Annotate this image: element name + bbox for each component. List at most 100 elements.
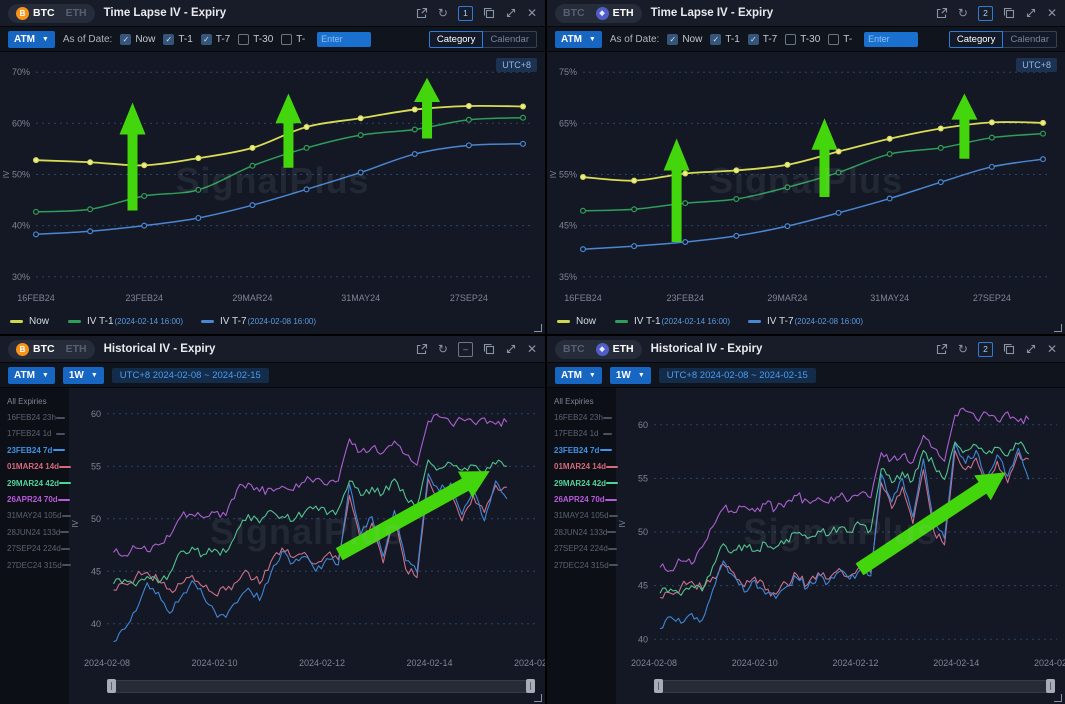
slider-handle-left[interactable] — [107, 679, 116, 693]
slider-handle-left[interactable] — [654, 679, 663, 693]
legend-item[interactable]: IV T-1(2024-02-14 16:00) — [615, 316, 730, 327]
refresh-icon[interactable]: ↻ — [958, 343, 968, 355]
asset-eth[interactable]: ◆ETH — [591, 7, 639, 20]
svg-text:60%: 60% — [12, 118, 30, 128]
expiry-item[interactable]: 17FEB24 1d — [554, 426, 616, 442]
expiry-item[interactable]: 27DEC24 315d — [554, 557, 616, 573]
window-count-badge[interactable]: – — [458, 342, 473, 357]
as-of-checkbox-t-7[interactable]: ✓T-7 — [201, 34, 230, 45]
asset-eth[interactable]: ◆ETH — [591, 343, 639, 356]
expand-icon[interactable] — [1025, 7, 1037, 19]
expiry-item[interactable]: 27SEP24 224d — [554, 541, 616, 557]
expiry-item[interactable]: 26APR24 70d — [554, 491, 616, 507]
expiry-item[interactable]: 29MAR24 42d — [554, 475, 616, 491]
panel-resize-handle[interactable] — [534, 694, 542, 702]
custom-days-input[interactable] — [317, 32, 371, 47]
as-of-checkbox-t-1[interactable]: ✓T-1 — [710, 34, 739, 45]
expiry-item[interactable]: 27SEP24 224d — [7, 541, 69, 557]
expiry-item[interactable]: 23FEB24 7d — [7, 442, 69, 458]
expiry-item[interactable]: 16FEB24 23h — [7, 409, 69, 425]
expiry-item[interactable]: 28JUN24 133d — [554, 524, 616, 540]
time-range-slider[interactable] — [107, 676, 535, 698]
close-icon[interactable]: ✕ — [527, 343, 537, 355]
asset-eth[interactable]: ETH — [61, 7, 92, 19]
expand-icon[interactable] — [505, 7, 517, 19]
open-in-new-icon[interactable] — [936, 343, 948, 355]
expiry-item[interactable]: 17FEB24 1d — [7, 426, 69, 442]
custom-days-input[interactable] — [864, 32, 918, 47]
legend-item[interactable]: IV T-7(2024-02-08 16:00) — [201, 316, 316, 327]
close-icon[interactable]: ✕ — [1047, 343, 1057, 355]
open-in-new-icon[interactable] — [416, 7, 428, 19]
expiry-item[interactable]: 16FEB24 23h — [554, 409, 616, 425]
expiry-item[interactable]: 27DEC24 315d — [7, 557, 69, 573]
legend-item[interactable]: IV T-7(2024-02-08 16:00) — [748, 316, 863, 327]
refresh-icon[interactable]: ↻ — [438, 343, 448, 355]
expand-icon[interactable] — [505, 343, 517, 355]
expiry-item[interactable]: 01MAR24 14d — [554, 459, 616, 475]
expiry-item[interactable]: 26APR24 70d — [7, 491, 69, 507]
window-count-badge[interactable]: 2 — [978, 342, 993, 357]
panel-resize-handle[interactable] — [534, 324, 542, 332]
as-of-checkbox-t-30[interactable]: ✓T-30 — [238, 34, 273, 45]
asset-btc[interactable]: BTC — [558, 7, 590, 19]
duplicate-icon[interactable] — [1003, 343, 1015, 355]
date-range-picker[interactable]: UTC+8 2024-02-08 ~ 2024-02-15 — [112, 368, 269, 383]
slider-track[interactable] — [654, 680, 1055, 693]
as-of-checkbox-t-[interactable]: ✓T- — [281, 34, 305, 45]
window-count-badge[interactable]: 1 — [458, 6, 473, 21]
legend-item[interactable]: Now — [10, 316, 50, 327]
asset-eth[interactable]: ETH — [61, 343, 92, 355]
panel-resize-handle[interactable] — [1054, 694, 1062, 702]
legend-item[interactable]: Now — [557, 316, 597, 327]
strike-mode-dropdown[interactable]: ATM▼ — [8, 31, 55, 48]
expiry-item[interactable]: 28JUN24 133d — [7, 524, 69, 540]
refresh-icon[interactable]: ↻ — [438, 7, 448, 19]
asset-btc[interactable]: BBTC — [11, 7, 60, 20]
as-of-checkbox-now[interactable]: ✓Now — [667, 34, 702, 45]
legend-item[interactable]: IV T-1(2024-02-14 16:00) — [68, 316, 183, 327]
as-of-checkbox-t-1[interactable]: ✓T-1 — [163, 34, 192, 45]
expand-icon[interactable] — [1025, 343, 1037, 355]
open-in-new-icon[interactable] — [936, 7, 948, 19]
open-in-new-icon[interactable] — [416, 343, 428, 355]
window-count-badge[interactable]: 2 — [978, 6, 993, 21]
close-icon[interactable]: ✕ — [527, 7, 537, 19]
asset-btc[interactable]: BBTC — [11, 343, 60, 356]
svg-text:23FEB24: 23FEB24 — [666, 293, 704, 303]
expiry-item[interactable]: 01MAR24 14d — [7, 459, 69, 475]
expiry-item[interactable]: All Expiries — [554, 393, 616, 409]
slider-handle-right[interactable] — [526, 679, 535, 693]
date-range-picker[interactable]: UTC+8 2024-02-08 ~ 2024-02-15 — [659, 368, 816, 383]
svg-text:2024-02-08: 2024-02-08 — [631, 658, 677, 668]
duplicate-icon[interactable] — [483, 7, 495, 19]
duplicate-icon[interactable] — [1003, 7, 1015, 19]
calendar-view-button[interactable]: Calendar — [483, 31, 537, 48]
expiry-item[interactable]: 23FEB24 7d — [554, 442, 616, 458]
strike-mode-dropdown[interactable]: ATM▼ — [555, 31, 602, 48]
period-dropdown[interactable]: 1W▼ — [63, 367, 104, 384]
slider-track[interactable] — [107, 680, 535, 693]
as-of-checkbox-t-[interactable]: ✓T- — [828, 34, 852, 45]
refresh-icon[interactable]: ↻ — [958, 7, 968, 19]
expiry-item[interactable]: 31MAY24 105d — [7, 508, 69, 524]
slider-handle-right[interactable] — [1046, 679, 1055, 693]
svg-text:IV: IV — [2, 170, 11, 178]
expiry-item[interactable]: 29MAR24 42d — [7, 475, 69, 491]
calendar-view-button[interactable]: Calendar — [1003, 31, 1057, 48]
time-range-slider[interactable] — [654, 676, 1055, 698]
panel-resize-handle[interactable] — [1054, 324, 1062, 332]
as-of-checkbox-now[interactable]: ✓Now — [120, 34, 155, 45]
category-view-button[interactable]: Category — [429, 31, 484, 48]
as-of-checkbox-t-30[interactable]: ✓T-30 — [785, 34, 820, 45]
expiry-item[interactable]: 31MAY24 105d — [554, 508, 616, 524]
as-of-checkbox-t-7[interactable]: ✓T-7 — [748, 34, 777, 45]
period-dropdown[interactable]: 1W▼ — [610, 367, 651, 384]
close-icon[interactable]: ✕ — [1047, 7, 1057, 19]
strike-mode-dropdown[interactable]: ATM▼ — [555, 367, 602, 384]
duplicate-icon[interactable] — [483, 343, 495, 355]
expiry-item[interactable]: All Expiries — [7, 393, 69, 409]
strike-mode-dropdown[interactable]: ATM▼ — [8, 367, 55, 384]
asset-btc[interactable]: BTC — [558, 343, 590, 355]
category-view-button[interactable]: Category — [949, 31, 1004, 48]
